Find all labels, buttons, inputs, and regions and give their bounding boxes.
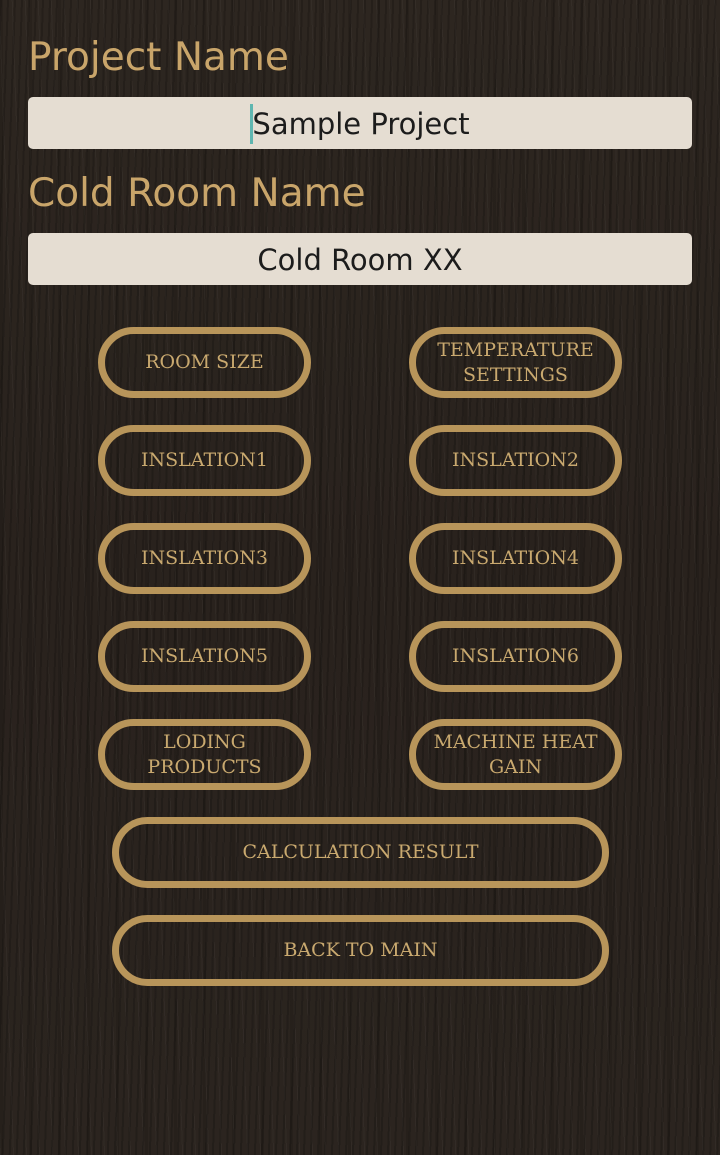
project-name-value: Sample Project: [252, 107, 470, 141]
machine-heat-gain-button[interactable]: MACHINE HEAT GAIN: [409, 719, 622, 790]
calculation-result-button[interactable]: CALCULATION RESULT: [112, 817, 609, 888]
loding-products-button[interactable]: LODING PRODUCTS: [98, 719, 311, 790]
temperature-settings-button[interactable]: TEMPERATURE SETTINGS: [409, 327, 622, 398]
project-name-label: Project Name: [28, 35, 289, 80]
back-to-main-button[interactable]: BACK TO MAIN: [112, 915, 609, 986]
text-cursor: [250, 104, 254, 144]
inslation4-button[interactable]: INSLATION4: [409, 523, 622, 594]
inslation5-button[interactable]: INSLATION5: [98, 621, 311, 692]
cold-room-name-value: Cold Room XX: [257, 243, 463, 277]
inslation3-button[interactable]: INSLATION3: [98, 523, 311, 594]
project-name-input[interactable]: Sample Project: [28, 97, 692, 149]
room-size-button[interactable]: ROOM SIZE: [98, 327, 311, 398]
inslation2-button[interactable]: INSLATION2: [409, 425, 622, 496]
inslation1-button[interactable]: INSLATION1: [98, 425, 311, 496]
cold-room-name-input[interactable]: Cold Room XX: [28, 233, 692, 285]
inslation6-button[interactable]: INSLATION6: [409, 621, 622, 692]
cold-room-name-label: Cold Room Name: [28, 171, 366, 216]
